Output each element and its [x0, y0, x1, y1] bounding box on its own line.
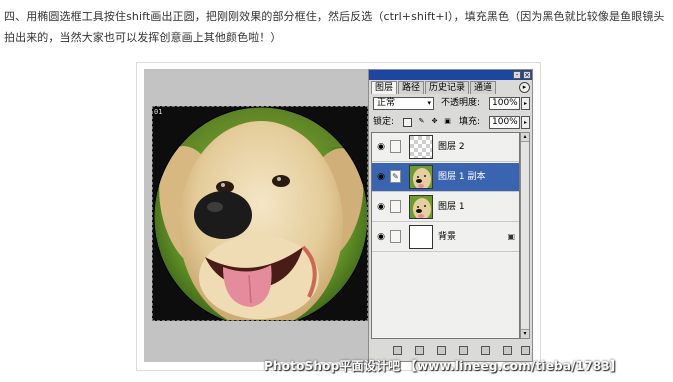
layers-list: ◉ 图层 2 ◉ ✎ 图层 1 副本 ◉ 图层 1 ◉ 背景 ▣: [371, 132, 520, 339]
opacity-arrow-icon[interactable]: ▸: [521, 97, 530, 110]
adjustment-layer-icon[interactable]: [459, 346, 468, 355]
layer-name: 图层 1: [438, 202, 465, 212]
blend-opacity-row: 正常 ▾ 不透明度: 100% ▸: [373, 97, 530, 111]
lock-all-icon[interactable]: ▣: [443, 118, 452, 127]
lock-label: 锁定:: [373, 117, 395, 127]
chevron-down-icon: ▾: [427, 99, 431, 107]
watermark-text: PhotoShop平面设计吧 【www.lineeg.com/tieba/178…: [264, 359, 623, 373]
eye-icon[interactable]: ◉: [375, 202, 387, 212]
new-group-icon[interactable]: [481, 346, 490, 355]
lock-move-icon[interactable]: ✥: [430, 118, 439, 127]
tab-layers[interactable]: 图层: [371, 81, 398, 94]
layer-row-layer1[interactable]: ◉ 图层 1: [372, 193, 519, 222]
dog-photo-circle: [153, 107, 367, 320]
layer-thumbnail-white: [409, 225, 433, 249]
layer-thumbnail-transparent: [409, 135, 433, 159]
link-box[interactable]: [390, 140, 401, 153]
link-box[interactable]: [390, 230, 401, 243]
minimize-icon[interactable]: -: [513, 71, 521, 79]
image-canvas[interactable]: 01: [152, 106, 368, 321]
lock-fill-row: 锁定: ✎ ✥ ▣ 填充: 100% ▸: [373, 116, 530, 130]
instruction-text: 四、用椭圆选框工具按住shift画出正圆，把刚刚效果的部分框住，然后反选（ctr…: [4, 10, 665, 44]
brush-icon[interactable]: ✎: [390, 170, 401, 183]
tab-channels[interactable]: 通道: [470, 81, 497, 94]
lock-brush-icon[interactable]: ✎: [417, 118, 426, 127]
tab-history[interactable]: 历史记录: [425, 81, 470, 94]
scroll-up-icon[interactable]: ▴: [521, 133, 529, 142]
blend-mode-value: 正常: [377, 98, 396, 108]
lock-transparent-icon[interactable]: [403, 118, 412, 127]
blend-mode-select[interactable]: 正常 ▾: [373, 97, 434, 110]
layer-style-icon[interactable]: [415, 346, 424, 355]
layers-scrollbar[interactable]: ▴ ▾: [520, 132, 530, 339]
mask-icon[interactable]: [437, 346, 446, 355]
fill-label: 填充:: [459, 117, 481, 127]
trash-icon[interactable]: [521, 346, 530, 355]
canvas-corner-tag: 01: [154, 108, 163, 116]
layer-row-background[interactable]: ◉ 背景 ▣: [372, 223, 519, 252]
layer-thumbnail-dog: [409, 195, 433, 219]
layer-row-layer1-copy[interactable]: ◉ ✎ 图层 1 副本: [372, 163, 519, 192]
opacity-input[interactable]: 100%: [489, 97, 520, 110]
new-layer-icon[interactable]: [503, 346, 512, 355]
fill-input[interactable]: 100%: [489, 116, 520, 129]
link-layers-icon[interactable]: [393, 346, 402, 355]
panel-titlebar[interactable]: - ×: [369, 70, 532, 80]
fill-arrow-icon[interactable]: ▸: [521, 116, 530, 129]
lock-icon: ▣: [507, 232, 515, 241]
eye-icon[interactable]: ◉: [375, 142, 387, 152]
layer-thumbnail-dog: [409, 165, 433, 189]
layer-row-layer2[interactable]: ◉ 图层 2: [372, 133, 519, 162]
tab-paths[interactable]: 路径: [398, 81, 425, 94]
eye-icon[interactable]: ◉: [375, 172, 387, 182]
layer-name: 背景: [438, 232, 457, 242]
layer-name: 图层 1 副本: [438, 172, 486, 182]
scroll-down-icon[interactable]: ▾: [521, 329, 529, 338]
close-icon[interactable]: ×: [523, 71, 531, 79]
eye-icon[interactable]: ◉: [375, 232, 387, 242]
panel-menu-icon[interactable]: ▸: [519, 82, 530, 93]
layer-name: 图层 2: [438, 142, 465, 152]
opacity-label: 不透明度:: [441, 98, 481, 108]
layers-panel: - × 图层 路径 历史记录 通道 ▸ 正常 ▾ 不透明度: 100% ▸ 锁定…: [368, 69, 533, 362]
link-box[interactable]: [390, 200, 401, 213]
panel-tabs: 图层 路径 历史记录 通道 ▸: [371, 81, 530, 94]
